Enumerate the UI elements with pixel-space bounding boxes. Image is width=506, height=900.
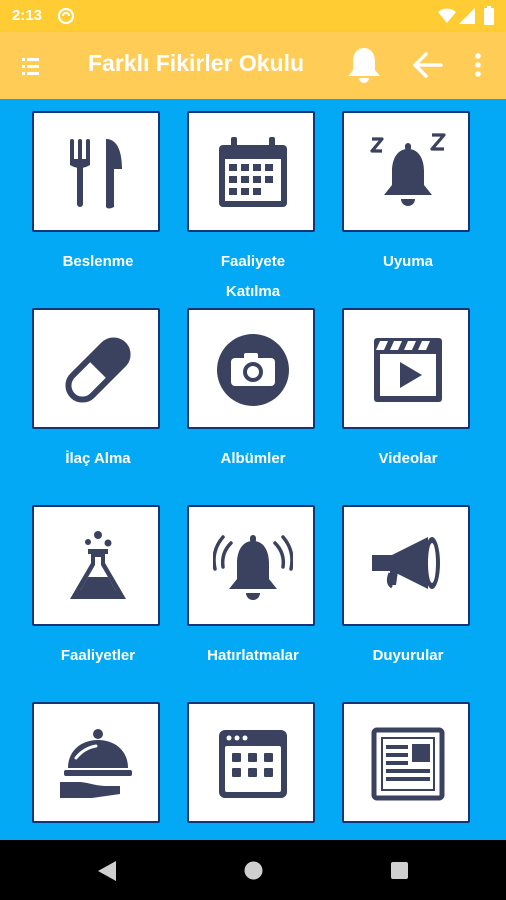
app-title: Farklı Fikirler Okulu	[88, 50, 305, 76]
ringing-bell-icon	[213, 535, 293, 600]
menu-tile-faaliyete-katilma[interactable]	[187, 111, 315, 232]
menu-label-duyurular: Duyurular	[372, 647, 444, 664]
system-nav-bar	[0, 840, 506, 900]
calendar-icon	[219, 137, 287, 207]
menu-tile-ilac-alma[interactable]	[32, 308, 160, 429]
sync-icon	[57, 7, 75, 25]
menu-icon[interactable]	[22, 56, 40, 76]
cloche-icon	[60, 729, 132, 798]
calendar-grid-icon	[219, 730, 287, 798]
menu-tile-videolar[interactable]	[342, 308, 470, 429]
menu-tile-meal[interactable]	[32, 702, 160, 823]
sleep-bell-icon	[370, 133, 446, 206]
status-time: 2:13	[12, 7, 43, 24]
menu-tile-beslenme[interactable]	[32, 111, 160, 232]
menu-label-ilac-alma: İlaç Alma	[65, 450, 131, 467]
battery-icon	[484, 6, 494, 25]
menu-label-hatirlatmalar: Hatırlatmalar	[207, 647, 299, 664]
menu-tile-duyurular[interactable]	[342, 505, 470, 626]
signal-icon	[459, 8, 475, 24]
menu-label-uyuma: Uyuma	[382, 253, 434, 270]
menu-label-faaliyete-katilma: Faaliyete Katılma	[220, 253, 286, 300]
menu-tile-newspaper[interactable]	[342, 702, 470, 823]
back-arrow-icon[interactable]	[413, 52, 443, 78]
camera-icon	[217, 334, 289, 406]
menu-label-beslenme: Beslenme	[62, 253, 134, 270]
newspaper-icon	[371, 727, 445, 801]
menu-tile-albumler[interactable]	[187, 308, 315, 429]
home-circle-icon[interactable]	[244, 861, 263, 880]
recents-square-icon[interactable]	[391, 862, 408, 879]
menu-tile-uyuma[interactable]	[342, 111, 470, 232]
more-vert-icon[interactable]	[474, 53, 482, 77]
app-bar: Farklı Fikirler Okulu	[0, 32, 506, 99]
fork-knife-icon	[70, 139, 122, 209]
wifi-icon	[438, 8, 456, 23]
status-bar: 2:13	[0, 0, 506, 32]
menu-grid: Beslenme Faaliyete Katılma Uyuma İlaç Al…	[0, 99, 506, 840]
bell-icon[interactable]	[346, 46, 382, 84]
back-triangle-icon[interactable]	[98, 861, 116, 881]
menu-label-faaliyetler: Faaliyetler	[60, 647, 136, 664]
megaphone-icon	[372, 537, 440, 589]
video-icon	[374, 338, 442, 402]
flask-icon	[70, 531, 126, 599]
menu-tile-calendar-grid[interactable]	[187, 702, 315, 823]
menu-label-albumler: Albümler	[220, 450, 286, 467]
pill-icon	[65, 337, 131, 403]
menu-tile-hatirlatmalar[interactable]	[187, 505, 315, 626]
menu-tile-faaliyetler[interactable]	[32, 505, 160, 626]
menu-label-videolar: Videolar	[378, 450, 438, 467]
